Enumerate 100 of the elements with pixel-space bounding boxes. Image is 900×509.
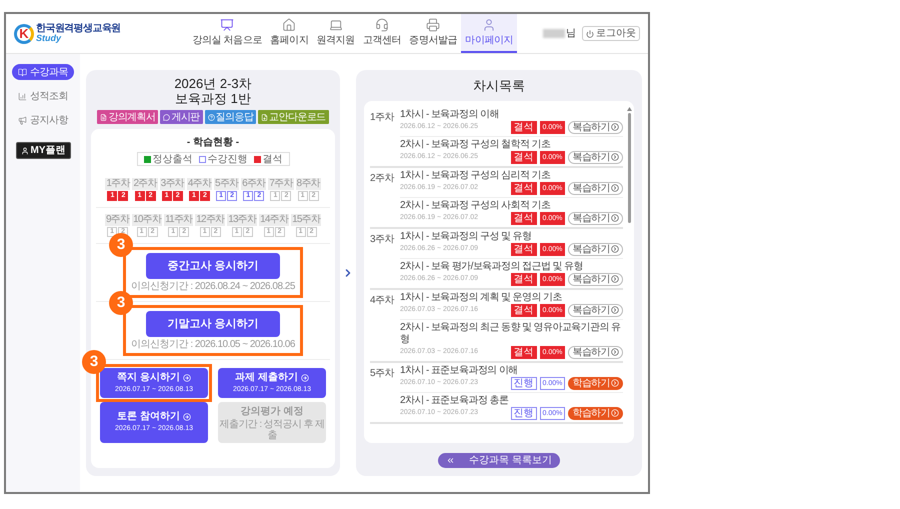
week-label: 2주차: [370, 172, 396, 186]
user-icon: [20, 146, 28, 154]
laptop-icon: [328, 18, 343, 32]
logout-button[interactable]: 로그아웃: [582, 26, 640, 41]
week-label: 14주차: [259, 214, 290, 226]
week-label: 5주차: [214, 178, 240, 190]
week-label: 13주차: [227, 214, 258, 226]
session-title: 2차시 - 보육 평가/보육과정의 접근법 및 유형: [400, 260, 584, 272]
week-label: 8주차: [296, 178, 321, 190]
power-icon: [586, 30, 594, 38]
sidebar-item[interactable]: 성적조회: [12, 88, 74, 104]
user-icon: [482, 18, 496, 32]
lesson-action-button[interactable]: 복습하기: [568, 150, 623, 164]
course-list-button[interactable]: 수강과목 목록보기: [438, 453, 560, 468]
my-plan-button[interactable]: MY플랜: [16, 142, 70, 159]
session-title: 1차시 - 보육과정의 구성 및 유형: [400, 230, 532, 242]
session-title: 2차시 - 표준보육과정 총론: [400, 394, 510, 406]
session-title: 2차시 - 보육과정의 최근 동향 및 영유아교육기관의 유형: [400, 322, 622, 346]
chat-bubble-icon: [163, 114, 170, 120]
status-badge: 진행: [510, 376, 537, 390]
nav-tab[interactable]: 원격지원: [312, 14, 359, 53]
printer-icon: [426, 18, 440, 32]
status-badge: 결석: [510, 212, 537, 224]
week-label: 1주차: [370, 110, 396, 124]
file-download-icon: [261, 114, 268, 120]
week-label: 10주차: [132, 214, 162, 226]
bar-chart-icon: [18, 92, 27, 100]
user-suffix: 님: [566, 27, 576, 41]
week-label: 11주차: [164, 214, 194, 226]
presentation-board-icon: [220, 18, 234, 32]
week-label: 6주차: [241, 178, 266, 190]
lesson-action-button[interactable]: 복습하기: [568, 304, 623, 316]
course-link-button[interactable]: 강의계획서: [97, 110, 158, 124]
nav-tab[interactable]: 고객센터: [358, 14, 406, 53]
lesson-action-button[interactable]: 학습하기: [568, 406, 623, 420]
course-link-button[interactable]: 질의응답: [204, 110, 256, 124]
session-title: 1차시 - 보육과정의 이해: [400, 108, 500, 120]
week-label: 3주차: [370, 232, 396, 246]
exam-button[interactable]: 중간고사 응시하기: [146, 253, 280, 279]
status-badge: 결석: [510, 346, 537, 358]
nav-tab[interactable]: 증명서발급: [405, 14, 462, 53]
session-title: 1차시 - 보육과정의 계획 및 운영의 기초: [400, 292, 563, 304]
week-label: 12주차: [195, 214, 226, 226]
week-label: 1주차: [105, 178, 130, 190]
week-label: 3주차: [160, 178, 185, 190]
lessons-title: 차시목록: [473, 77, 525, 95]
arrow-circle-icon: [300, 374, 309, 382]
nav-tab[interactable]: 마이페이지: [461, 14, 518, 53]
status-heading: - 학습현황 -: [186, 136, 240, 150]
legend-label: 수강진행: [208, 152, 248, 166]
week-label: 15주차: [291, 214, 322, 226]
week-label: 4주차: [370, 294, 396, 308]
status-badge: 결석: [510, 242, 537, 256]
lesson-action-button[interactable]: 복습하기: [568, 272, 623, 286]
sidebar-item[interactable]: 공지사항: [12, 112, 74, 128]
status-badge: 진행: [510, 406, 537, 420]
arrow-circle-icon: [182, 374, 191, 382]
status-badge: 결석: [510, 272, 537, 286]
nav-tab[interactable]: 홈페이지: [266, 14, 312, 53]
session-title: 2차시 - 보육과정 구성의 철학적 기초: [400, 138, 552, 150]
step-badge: 3: [109, 291, 134, 315]
nav-tab[interactable]: 강의실 처음으로: [188, 14, 266, 53]
week-label: 5주차: [370, 366, 396, 380]
week-label: 2주차: [132, 178, 158, 190]
status-badge: 결석: [510, 150, 537, 164]
book-icon: [18, 68, 27, 76]
blurred-name: [543, 29, 565, 38]
step-badge: 3: [109, 233, 134, 257]
course-link-button[interactable]: 교안다운로드: [258, 110, 329, 124]
megaphone-icon: [18, 116, 27, 124]
lesson-action-button[interactable]: 학습하기: [568, 376, 623, 390]
legend-label: 결석: [262, 152, 282, 166]
week-label: 7주차: [268, 178, 294, 190]
sidebar-item[interactable]: 수강과목: [12, 64, 74, 80]
exam-button[interactable]: 기말고사 응시하기: [146, 311, 280, 337]
lesson-action-button[interactable]: 복습하기: [568, 242, 623, 256]
arrow-circle-icon: [182, 412, 191, 421]
exam-period: 이의신청기간 : 2026.10.05 ~ 2026.10.06: [131, 338, 295, 352]
legend-label: 정상출석: [152, 152, 192, 166]
lesson-action-button[interactable]: 복습하기: [568, 120, 623, 134]
week-label: 9주차: [104, 214, 130, 226]
session-title: 2차시 - 보육과정 구성의 사회적 기초: [400, 200, 552, 212]
status-badge: 결석: [510, 304, 537, 316]
session-title: 1차시 - 표준보육과정의 이해: [400, 364, 519, 376]
scroll-up-icon[interactable]: [626, 106, 632, 110]
exam-period: 이의신청기간 : 2026.08.24 ~ 2026.08.25: [131, 280, 295, 294]
status-badge: 결석: [510, 120, 537, 134]
week-label: 4주차: [186, 178, 212, 190]
headset-icon: [374, 18, 389, 32]
lesson-action-button[interactable]: 복습하기: [568, 212, 623, 224]
document-icon: [100, 114, 108, 120]
double-chevron-left-icon: [446, 456, 456, 465]
step-badge: 3: [82, 350, 106, 374]
session-title: 1차시 - 보육과정 구성의 심리적 기초: [400, 170, 552, 182]
course-link-button[interactable]: 게시판: [160, 110, 203, 124]
question-icon: [208, 114, 215, 120]
status-badge: 결석: [510, 182, 537, 194]
lesson-action-button[interactable]: 복습하기: [568, 346, 623, 358]
lesson-action-button[interactable]: 복습하기: [568, 182, 623, 194]
course-title: 2026년 2-3차 보육과정 1반: [174, 76, 252, 106]
